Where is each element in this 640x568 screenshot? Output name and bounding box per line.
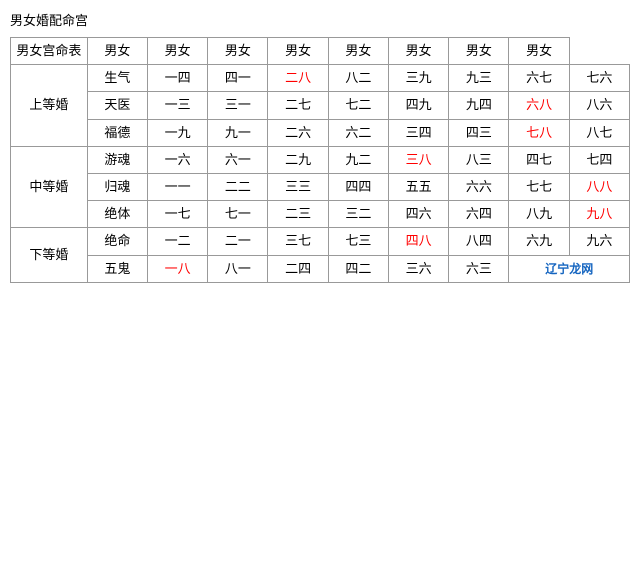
table-cell: 九二 bbox=[328, 146, 388, 173]
table-cell: 八九 bbox=[509, 201, 569, 228]
table-cell: 三四 bbox=[388, 119, 448, 146]
table-cell: 四六 bbox=[388, 201, 448, 228]
sub-label: 归魂 bbox=[87, 173, 147, 200]
table-cell: 二九 bbox=[268, 146, 328, 173]
table-cell: 八二 bbox=[328, 65, 388, 92]
table-cell: 六四 bbox=[449, 201, 509, 228]
table-row: 五鬼一八八一二四四二三六六三 辽宁龙网 bbox=[11, 255, 630, 282]
table-cell: 一八 bbox=[147, 255, 207, 282]
table-cell: 九一 bbox=[208, 119, 268, 146]
table-cell: 七四 bbox=[569, 146, 629, 173]
header-col4: 男女 bbox=[268, 38, 328, 65]
table-cell: 四八 bbox=[388, 228, 448, 255]
table-cell: 二一 bbox=[208, 228, 268, 255]
page-title: 男女婚配命宫 bbox=[10, 10, 630, 29]
table-row: 绝体一七七一二三三二四六六四八九九八 bbox=[11, 201, 630, 228]
table-cell: 七一 bbox=[208, 201, 268, 228]
sub-label: 绝命 bbox=[87, 228, 147, 255]
sub-label: 生气 bbox=[87, 65, 147, 92]
table-cell: 三七 bbox=[268, 228, 328, 255]
header-col5: 男女 bbox=[328, 38, 388, 65]
table-cell: 九八 bbox=[569, 201, 629, 228]
table-cell: 八三 bbox=[449, 146, 509, 173]
table-cell: 九四 bbox=[449, 92, 509, 119]
table-cell: 八八 bbox=[569, 173, 629, 200]
table-cell: 四九 bbox=[388, 92, 448, 119]
table-cell: 四四 bbox=[328, 173, 388, 200]
table-header-row: 男女宫命表 男女 男女 男女 男女 男女 男女 男女 男女 bbox=[11, 38, 630, 65]
table-cell: 三三 bbox=[268, 173, 328, 200]
table-cell: 一九 bbox=[147, 119, 207, 146]
table-cell: 八一 bbox=[208, 255, 268, 282]
table-cell: 一四 bbox=[147, 65, 207, 92]
table-cell: 八七 bbox=[569, 119, 629, 146]
header-col1: 男女 bbox=[87, 38, 147, 65]
table-row: 福德一九九一二六六二三四四三七八八七 bbox=[11, 119, 630, 146]
header-col8: 男女 bbox=[509, 38, 569, 65]
table-cell: 四一 bbox=[208, 65, 268, 92]
table-cell: 六八 bbox=[509, 92, 569, 119]
table-row: 上等婚生气一四四一二八八二三九九三六七七六 bbox=[11, 65, 630, 92]
table-row: 下等婚绝命一二二一三七七三四八八四六九九六 bbox=[11, 228, 630, 255]
table-cell: 六九 bbox=[509, 228, 569, 255]
group-label: 上等婚 bbox=[11, 65, 88, 147]
table-cell: 四二 bbox=[328, 255, 388, 282]
table-cell: 三一 bbox=[208, 92, 268, 119]
group-label: 中等婚 bbox=[11, 146, 88, 228]
table-cell: 一二 bbox=[147, 228, 207, 255]
table-cell: 二六 bbox=[268, 119, 328, 146]
table-cell: 六一 bbox=[208, 146, 268, 173]
table-cell: 七六 bbox=[569, 65, 629, 92]
table-cell: 六三 bbox=[449, 255, 509, 282]
table-cell: 七二 bbox=[328, 92, 388, 119]
table-cell: 四七 bbox=[509, 146, 569, 173]
marriage-table: 男女宫命表 男女 男女 男女 男女 男女 男女 男女 男女 上等婚生气一四四一二… bbox=[10, 37, 630, 283]
table-cell: 二三 bbox=[268, 201, 328, 228]
table-cell: 八四 bbox=[449, 228, 509, 255]
header-col6: 男女 bbox=[388, 38, 448, 65]
table-cell: 辽宁龙网 bbox=[509, 255, 630, 282]
table-cell: 六二 bbox=[328, 119, 388, 146]
sub-label: 福德 bbox=[87, 119, 147, 146]
header-col0: 男女宫命表 bbox=[11, 38, 88, 65]
table-cell: 一六 bbox=[147, 146, 207, 173]
header-col3: 男女 bbox=[208, 38, 268, 65]
watermark-text: 辽宁龙网 bbox=[545, 262, 593, 276]
table-cell: 二七 bbox=[268, 92, 328, 119]
sub-label: 绝体 bbox=[87, 201, 147, 228]
table-cell: 八六 bbox=[569, 92, 629, 119]
header-col7: 男女 bbox=[449, 38, 509, 65]
table-cell: 二二 bbox=[208, 173, 268, 200]
table-cell: 九三 bbox=[449, 65, 509, 92]
table-cell: 一一 bbox=[147, 173, 207, 200]
table-cell: 三六 bbox=[388, 255, 448, 282]
table-cell: 一三 bbox=[147, 92, 207, 119]
table-cell: 二四 bbox=[268, 255, 328, 282]
group-label: 下等婚 bbox=[11, 228, 88, 282]
table-cell: 一七 bbox=[147, 201, 207, 228]
table-cell: 七八 bbox=[509, 119, 569, 146]
sub-label: 五鬼 bbox=[87, 255, 147, 282]
sub-label: 游魂 bbox=[87, 146, 147, 173]
table-cell: 六六 bbox=[449, 173, 509, 200]
table-cell: 九六 bbox=[569, 228, 629, 255]
table-cell: 四三 bbox=[449, 119, 509, 146]
table-cell: 三九 bbox=[388, 65, 448, 92]
table-cell: 六七 bbox=[509, 65, 569, 92]
table-row: 天医一三三一二七七二四九九四六八八六 bbox=[11, 92, 630, 119]
header-col2: 男女 bbox=[147, 38, 207, 65]
table-cell: 五五 bbox=[388, 173, 448, 200]
table-cell: 三二 bbox=[328, 201, 388, 228]
sub-label: 天医 bbox=[87, 92, 147, 119]
table-cell: 三八 bbox=[388, 146, 448, 173]
table-row: 归魂一一二二三三四四五五六六七七八八 bbox=[11, 173, 630, 200]
table-cell: 二八 bbox=[268, 65, 328, 92]
table-row: 中等婚游魂一六六一二九九二三八八三四七七四 bbox=[11, 146, 630, 173]
table-cell: 七七 bbox=[509, 173, 569, 200]
table-cell: 七三 bbox=[328, 228, 388, 255]
